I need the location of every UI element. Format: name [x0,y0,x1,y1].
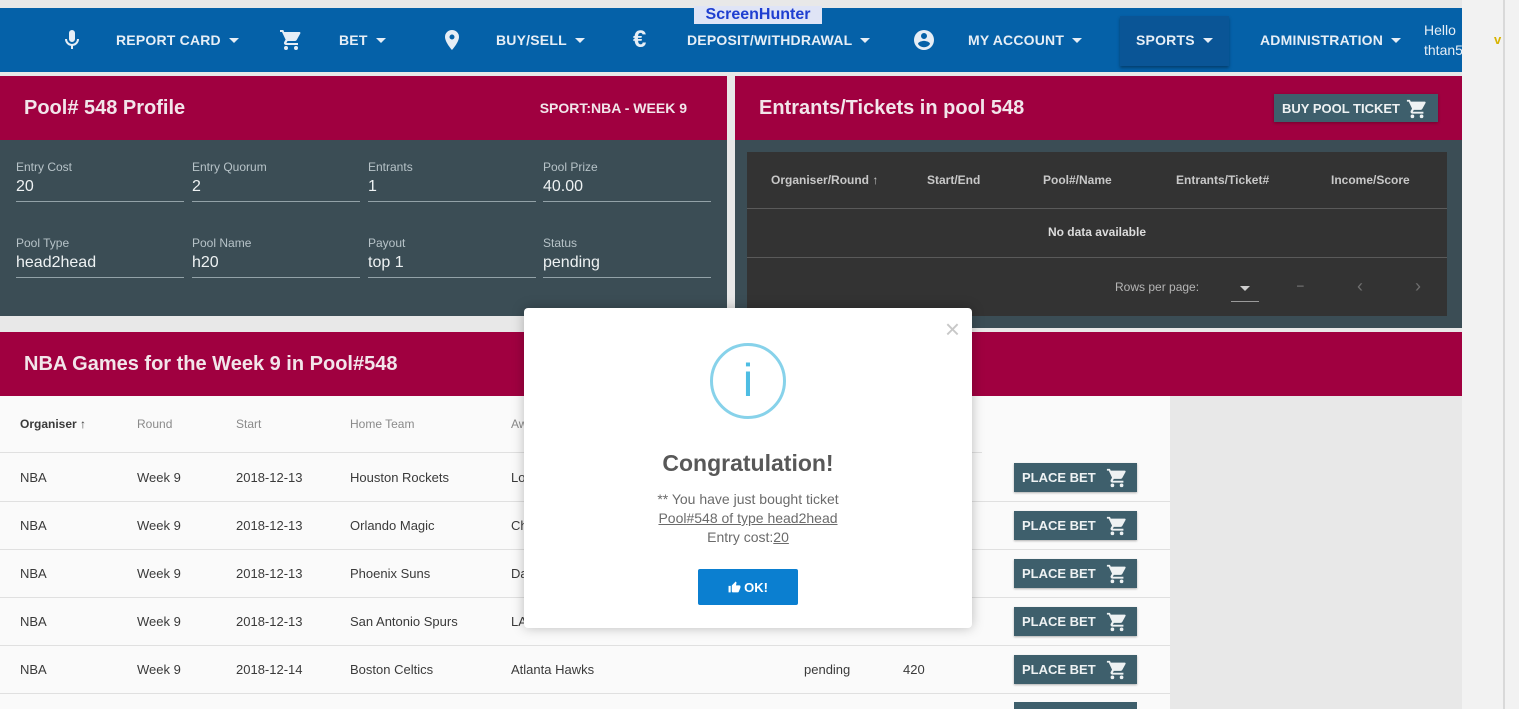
entry-cost-prefix: Entry cost: [707,529,774,545]
right-gutter [1462,0,1519,709]
entry-cost-value: 20 [773,529,789,545]
ok-button[interactable]: OK! [698,569,798,605]
dialog-title: Congratulation! [662,450,834,476]
thumbs-up-icon [728,581,741,592]
right-divider [1503,0,1505,709]
nav-extra-text: v [1494,32,1502,47]
close-icon[interactable]: × [945,316,960,342]
dialog-line-1: ** You have just bought ticket [657,491,839,507]
dialog-ticket-link[interactable]: Pool#548 of type head2head [524,509,972,528]
dialog-entry-cost: Entry cost:20 [524,528,972,547]
success-dialog: × i Congratulation! ** You have just bou… [524,308,972,628]
dialog-message: ** You have just bought ticket Pool#548 … [524,490,972,547]
info-icon: i [710,343,786,419]
ok-label: OK! [744,579,768,595]
